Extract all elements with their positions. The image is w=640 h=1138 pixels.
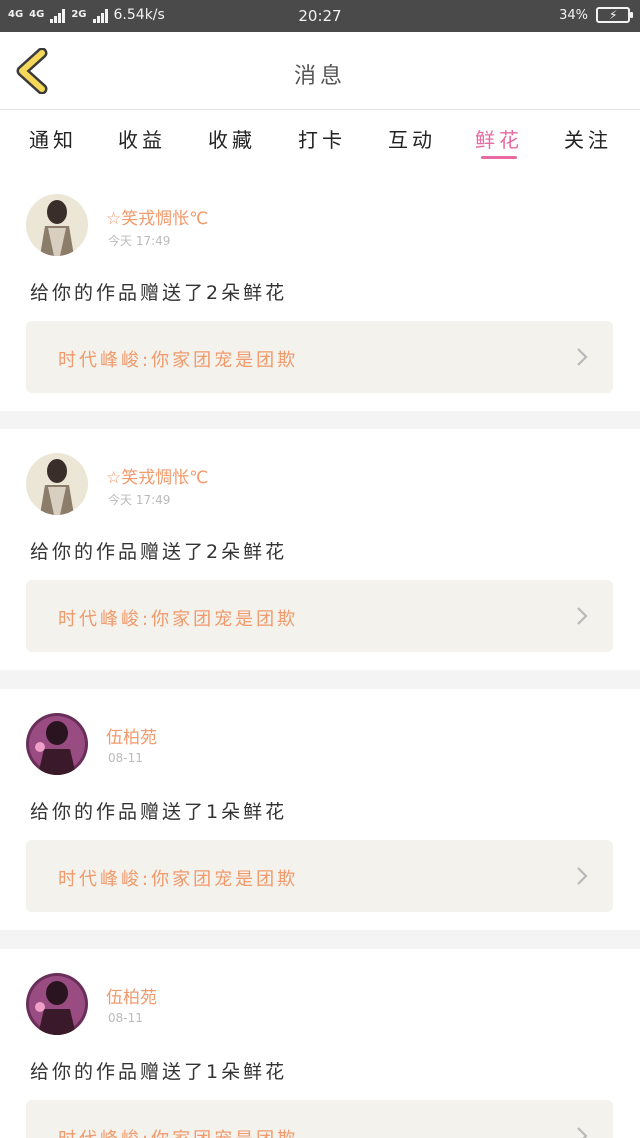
message-text: 给你的作品赠送了1朵鲜花 [30,801,288,823]
work-title: 时代峰峻:你家团宠是团欺 [58,350,299,371]
tab-favorites[interactable]: 收藏 [197,124,267,153]
tab-notifications[interactable]: 通知 [18,124,88,153]
message-time: 今天 17:49 [108,234,171,248]
tab-earnings[interactable]: 收益 [107,124,177,153]
tab-bar: 通知 收益 收藏 打卡 互动 鲜花 关注 [0,110,640,170]
work-link[interactable]: 时代峰峻:你家团宠是团欺 [26,580,613,652]
avatar[interactable] [26,713,88,775]
work-title: 时代峰峻:你家团宠是团欺 [58,869,299,890]
clock: 20:27 [298,7,342,25]
list-item: ☆笑戎惆怅℃ 今天 17:49 给你的作品赠送了2朵鲜花 时代峰峻:你家团宠是团… [0,429,640,670]
tab-label: 打卡 [298,128,346,152]
message-time: 今天 17:49 [108,493,171,507]
charging-icon: ⚡ [609,8,618,22]
list-item: 伍柏苑 08-11 给你的作品赠送了1朵鲜花 时代峰峻:你家团宠是团欺 [0,949,640,1138]
work-link[interactable]: 时代峰峻:你家团宠是团欺 [26,1100,613,1138]
active-tab-indicator [481,156,517,159]
battery-icon: ⚡ [596,7,633,23]
work-link[interactable]: 时代峰峻:你家团宠是团欺 [26,840,613,912]
avatar[interactable] [26,194,88,256]
list-item: ☆笑戎惆怅℃ 今天 17:49 给你的作品赠送了2朵鲜花 时代峰峻:你家团宠是团… [0,170,640,411]
username[interactable]: 伍柏苑 [106,723,157,748]
page-title: 消息 [293,64,346,89]
status-bar: 4G 4G 2G 6.54k/s 20:27 34% ⚡ [0,0,640,32]
tab-following[interactable]: 关注 [553,124,623,153]
work-link[interactable]: 时代峰峻:你家团宠是团欺 [26,321,613,393]
username[interactable]: 伍柏苑 [106,983,157,1008]
work-title: 时代峰峻:你家团宠是团欺 [58,609,299,630]
tab-label: 关注 [564,128,612,152]
username[interactable]: ☆笑戎惆怅℃ [106,204,208,229]
message-text: 给你的作品赠送了2朵鲜花 [30,282,288,304]
header: 消息 [0,32,640,110]
tab-checkin[interactable]: 打卡 [287,124,357,153]
avatar[interactable] [26,973,88,1035]
username[interactable]: ☆笑戎惆怅℃ [106,463,208,488]
tab-label: 鲜花 [475,128,523,152]
tab-label: 通知 [29,128,77,152]
tab-label: 互动 [388,128,436,152]
tab-interaction[interactable]: 互动 [377,124,447,153]
tab-label: 收藏 [208,128,256,152]
message-time: 08-11 [108,751,143,765]
tab-label: 收益 [118,128,166,152]
list-item: 伍柏苑 08-11 给你的作品赠送了1朵鲜花 时代峰峻:你家团宠是团欺 [0,689,640,930]
battery-percent: 34% [559,7,588,23]
chevron-right-icon [577,607,588,625]
message-text: 给你的作品赠送了2朵鲜花 [30,541,288,563]
chevron-right-icon [577,1127,588,1138]
work-title: 时代峰峻:你家团宠是团欺 [58,1125,298,1138]
message-text: 给你的作品赠送了1朵鲜花 [30,1061,288,1083]
avatar[interactable] [26,453,88,515]
chevron-right-icon [577,867,588,885]
tab-flowers[interactable]: 鲜花 [464,124,534,159]
message-time: 08-11 [108,1011,143,1025]
chevron-right-icon [577,348,588,366]
